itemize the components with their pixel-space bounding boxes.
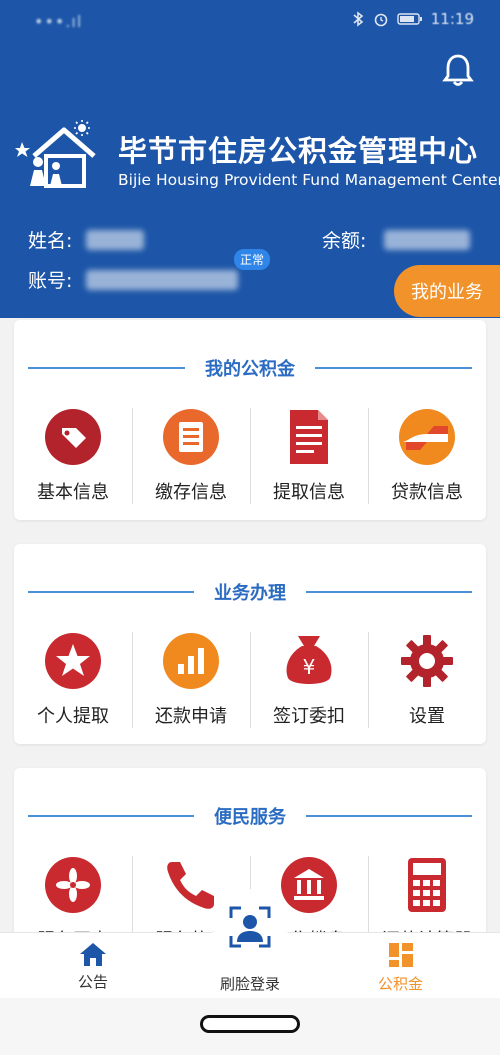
menu-item-label: 贷款信息 bbox=[391, 482, 463, 503]
status-bar: •••.ıl 11:19 bbox=[0, 0, 500, 40]
status-badge: 正常 bbox=[234, 249, 271, 270]
nav-label: 公积金 bbox=[378, 975, 424, 993]
section-title: 便民服务 bbox=[214, 807, 286, 828]
alarm-icon bbox=[374, 13, 388, 27]
loan-icon bbox=[399, 409, 455, 465]
home-indicator[interactable] bbox=[200, 1015, 300, 1033]
section-title-row: 便民服务 bbox=[28, 804, 472, 828]
money-bag-icon: ¥ bbox=[286, 636, 332, 684]
divider bbox=[28, 815, 194, 817]
menu-item-deposit-info[interactable]: 缴存信息 bbox=[132, 408, 250, 506]
section-title-row: 我的公积金 bbox=[28, 356, 472, 380]
face-scan-icon bbox=[229, 906, 271, 948]
menu-item-personal-withdrawal[interactable]: 个人提取 bbox=[14, 632, 132, 730]
home-icon bbox=[80, 943, 106, 966]
gear-icon bbox=[401, 635, 453, 687]
status-icons: 11:19 bbox=[351, 10, 474, 28]
my-business-button[interactable]: 我的业务 bbox=[394, 265, 500, 317]
svg-text:¥: ¥ bbox=[303, 655, 316, 679]
bluetooth-icon bbox=[353, 11, 364, 27]
divider bbox=[315, 367, 472, 369]
menu-item-basic-info[interactable]: 基本信息 bbox=[14, 408, 132, 506]
balance-label: 余额: bbox=[322, 230, 367, 252]
signal-indicator: •••.ıl bbox=[34, 12, 83, 31]
menu-item-withdrawal-info[interactable]: 提取信息 bbox=[250, 408, 368, 506]
bar-chart-icon bbox=[163, 633, 219, 689]
divider bbox=[28, 367, 185, 369]
calculator-icon bbox=[408, 858, 446, 912]
star-icon bbox=[45, 633, 101, 689]
item-grid: 基本信息 缴存信息 提取信息 贷款信息 bbox=[14, 408, 486, 506]
grid-icon bbox=[388, 943, 413, 967]
name-value-redacted bbox=[86, 230, 144, 250]
divider bbox=[306, 815, 472, 817]
face-login-label: 刷脸登录 bbox=[219, 975, 280, 993]
battery-icon bbox=[397, 13, 422, 25]
clock-time: 11:19 bbox=[430, 10, 474, 28]
menu-item-label: 设置 bbox=[409, 706, 445, 727]
phone-icon bbox=[167, 862, 214, 909]
item-grid: 个人提取 还款申请 ¥ 签订委扣 设置 bbox=[14, 632, 486, 730]
building-icon bbox=[281, 857, 337, 913]
account-value-redacted bbox=[86, 270, 238, 290]
divider bbox=[306, 591, 472, 593]
bell-icon[interactable] bbox=[438, 50, 478, 90]
face-login-button[interactable] bbox=[218, 895, 282, 959]
menu-item-label: 缴存信息 bbox=[155, 482, 227, 503]
name-label: 姓名: bbox=[28, 230, 73, 252]
header: 毕节市住房公积金管理中心 Bijie Housing Provident Fun… bbox=[0, 40, 500, 318]
bottom-nav: 公告 刷脸登录 公积金 bbox=[0, 895, 500, 998]
section-title-row: 业务办理 bbox=[28, 580, 472, 604]
divider bbox=[28, 591, 194, 593]
menu-item-loan-info[interactable]: 贷款信息 bbox=[368, 408, 486, 506]
list-icon bbox=[163, 409, 219, 465]
menu-item-label: 个人提取 bbox=[37, 706, 109, 727]
nav-item-provident-fund[interactable]: 公积金 bbox=[378, 941, 423, 994]
menu-item-settings[interactable]: 设置 bbox=[368, 632, 486, 730]
balance-value-redacted bbox=[384, 230, 470, 250]
menu-item-label: 基本信息 bbox=[37, 482, 109, 503]
menu-item-sign-deduction[interactable]: ¥ 签订委扣 bbox=[250, 632, 368, 730]
menu-item-label: 签订委扣 bbox=[273, 706, 345, 727]
menu-item-label: 还款申请 bbox=[155, 706, 227, 727]
org-name-en: Bijie Housing Provident Fund Management … bbox=[118, 171, 500, 189]
document-icon bbox=[290, 410, 328, 464]
section-business: 业务办理 个人提取 还款申请 ¥ 签订委扣 设置 bbox=[14, 544, 486, 744]
section-title: 我的公积金 bbox=[205, 359, 295, 380]
flower-icon bbox=[45, 857, 101, 913]
account-label: 账号: bbox=[28, 270, 73, 292]
section-my-fund: 我的公积金 基本信息 缴存信息 提取信息 贷款信息 bbox=[14, 320, 486, 520]
section-title: 业务办理 bbox=[214, 583, 286, 604]
menu-item-label: 提取信息 bbox=[273, 482, 345, 503]
menu-item-repayment-application[interactable]: 还款申请 bbox=[132, 632, 250, 730]
logo-icon bbox=[15, 120, 96, 188]
org-name-cn: 毕节市住房公积金管理中心 bbox=[118, 134, 479, 168]
tag-icon bbox=[45, 409, 101, 465]
